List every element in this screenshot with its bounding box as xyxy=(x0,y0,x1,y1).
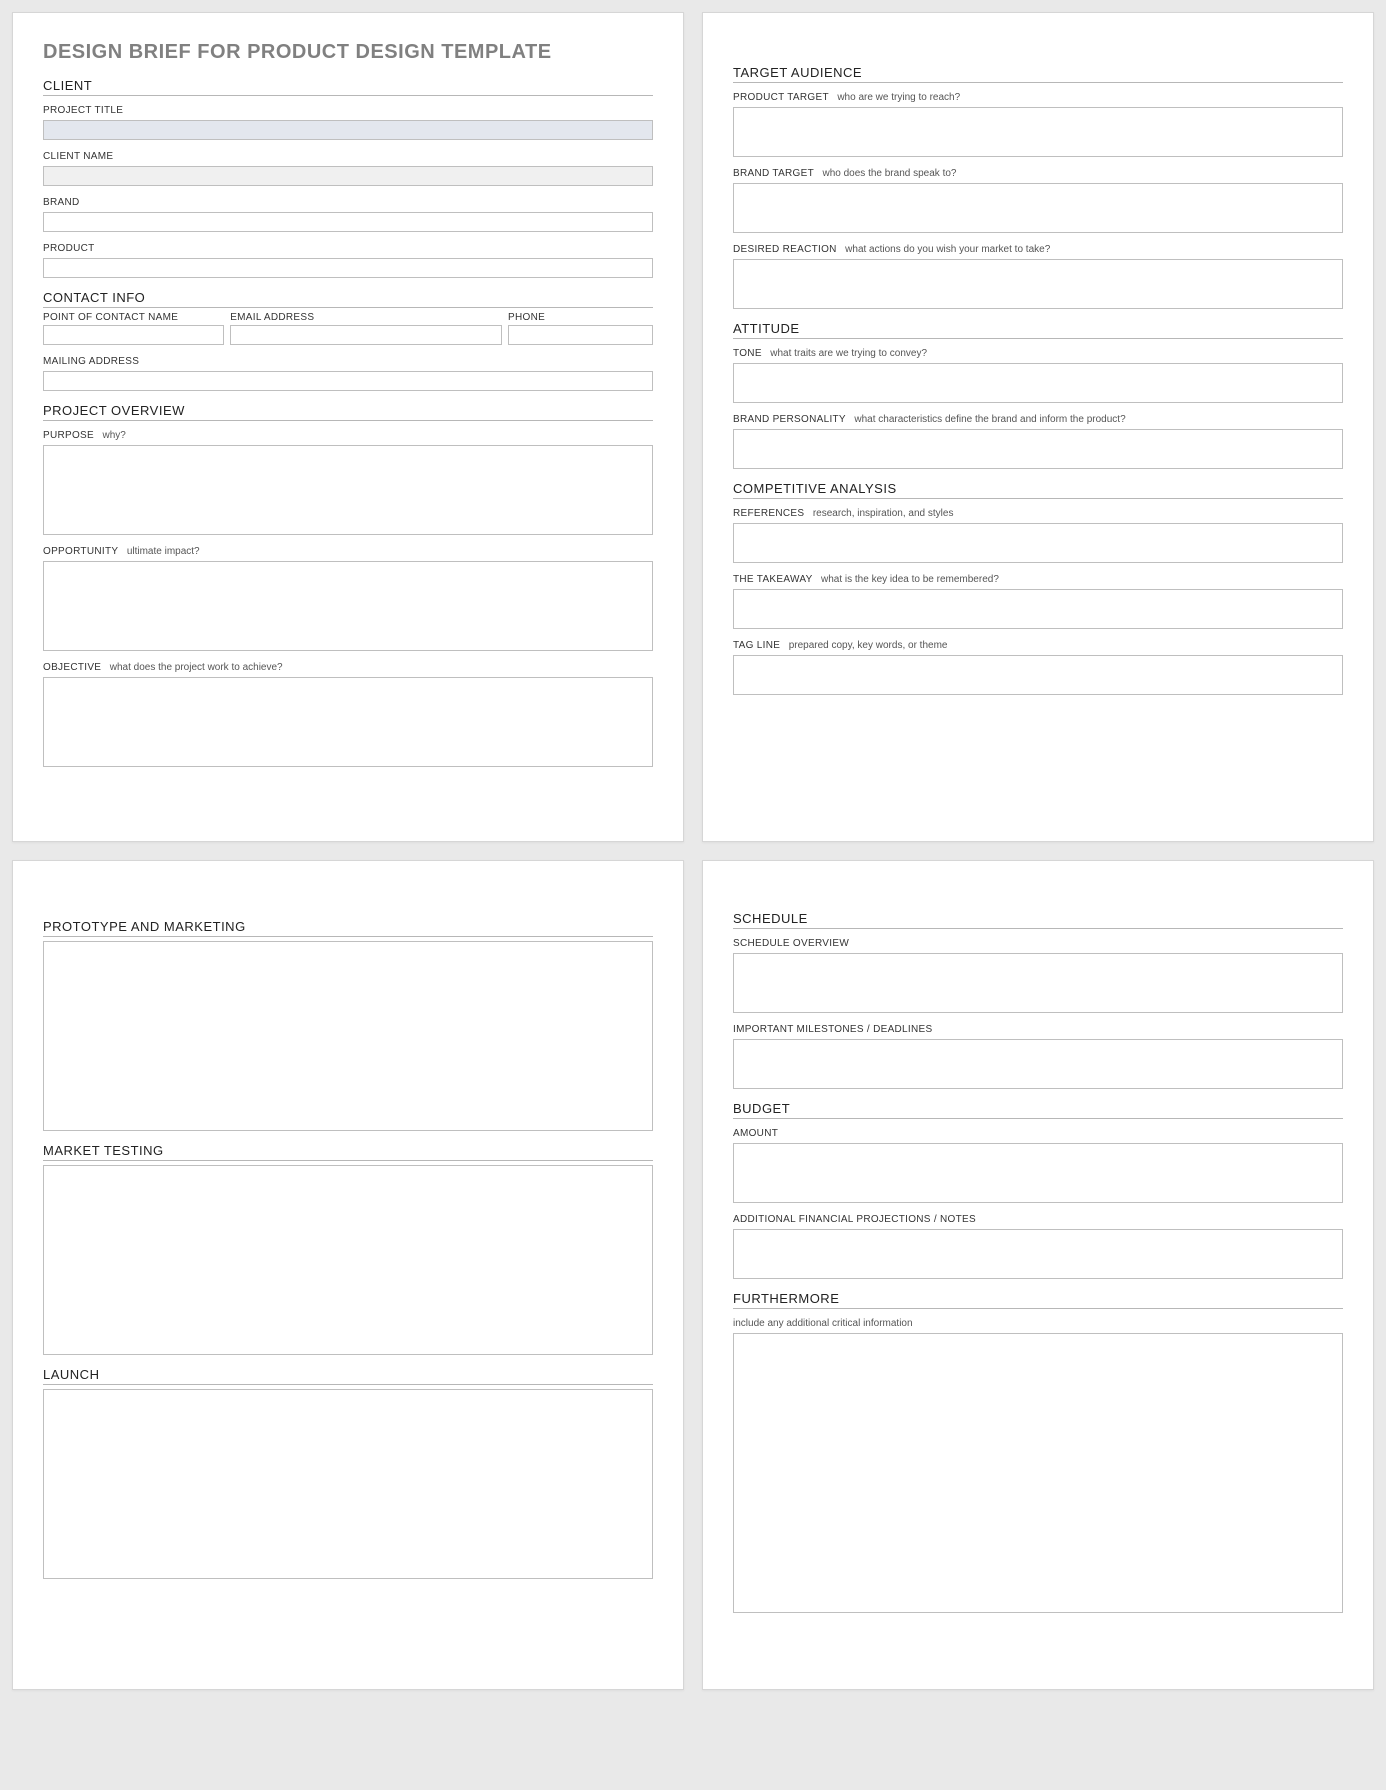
label-objective: OBJECTIVE xyxy=(43,662,101,673)
hint-desired: what actions do you wish your market to … xyxy=(845,244,1050,255)
input-project-title[interactable] xyxy=(43,120,653,140)
hint-references: research, inspiration, and styles xyxy=(813,508,954,519)
section-audience: TARGET AUDIENCE PRODUCT TARGET who are w… xyxy=(733,65,1343,309)
input-fin-notes[interactable] xyxy=(733,1229,1343,1279)
input-phone[interactable] xyxy=(508,325,653,345)
label-desired: DESIRED REACTION xyxy=(733,244,837,255)
section-head-audience: TARGET AUDIENCE xyxy=(733,65,1343,83)
hint-furthermore: include any additional critical informat… xyxy=(733,1318,913,1329)
label-project-title: PROJECT TITLE xyxy=(43,105,123,116)
label-email: EMAIL ADDRESS xyxy=(230,312,502,323)
section-market: MARKET TESTING xyxy=(43,1143,653,1355)
input-proto[interactable] xyxy=(43,941,653,1131)
section-competitive: COMPETITIVE ANALYSIS REFERENCES research… xyxy=(733,481,1343,695)
section-furthermore: FURTHERMORE include any additional criti… xyxy=(733,1291,1343,1613)
input-furthermore[interactable] xyxy=(733,1333,1343,1613)
label-schedule-overview: SCHEDULE OVERVIEW xyxy=(733,938,849,949)
section-head-attitude: ATTITUDE xyxy=(733,321,1343,339)
input-schedule-overview[interactable] xyxy=(733,953,1343,1013)
input-tagline[interactable] xyxy=(733,655,1343,695)
hint-tone: what traits are we trying to convey? xyxy=(770,348,927,359)
input-client-name[interactable] xyxy=(43,166,653,186)
section-schedule: SCHEDULE SCHEDULE OVERVIEW IMPORTANT MIL… xyxy=(733,911,1343,1089)
label-takeaway: THE TAKEAWAY xyxy=(733,574,813,585)
section-head-schedule: SCHEDULE xyxy=(733,911,1343,929)
section-budget: BUDGET AMOUNT ADDITIONAL FINANCIAL PROJE… xyxy=(733,1101,1343,1279)
hint-takeaway: what is the key idea to be remembered? xyxy=(821,574,999,585)
label-product-target: PRODUCT TARGET xyxy=(733,92,829,103)
main-title: DESIGN BRIEF FOR PRODUCT DESIGN TEMPLATE xyxy=(43,41,653,64)
input-amount[interactable] xyxy=(733,1143,1343,1203)
label-fin-notes: ADDITIONAL FINANCIAL PROJECTIONS / NOTES xyxy=(733,1214,976,1225)
section-contact: CONTACT INFO POINT OF CONTACT NAME EMAIL… xyxy=(43,290,653,391)
input-product-target[interactable] xyxy=(733,107,1343,157)
label-phone: PHONE xyxy=(508,312,653,323)
input-opportunity[interactable] xyxy=(43,561,653,651)
hint-objective: what does the project work to achieve? xyxy=(110,662,283,673)
label-tone: TONE xyxy=(733,348,762,359)
section-head-market: MARKET TESTING xyxy=(43,1143,653,1161)
page-1: DESIGN BRIEF FOR PRODUCT DESIGN TEMPLATE… xyxy=(12,12,684,842)
label-product: PRODUCT xyxy=(43,243,95,254)
section-attitude: ATTITUDE TONE what traits are we trying … xyxy=(733,321,1343,469)
section-head-proto: PROTOTYPE AND MARKETING xyxy=(43,919,653,937)
input-email[interactable] xyxy=(230,325,502,345)
input-poc[interactable] xyxy=(43,325,224,345)
input-milestones[interactable] xyxy=(733,1039,1343,1089)
input-personality[interactable] xyxy=(733,429,1343,469)
input-product[interactable] xyxy=(43,258,653,278)
input-objective[interactable] xyxy=(43,677,653,767)
input-takeaway[interactable] xyxy=(733,589,1343,629)
section-launch: LAUNCH xyxy=(43,1367,653,1579)
label-brand: BRAND xyxy=(43,197,80,208)
hint-personality: what characteristics define the brand an… xyxy=(854,414,1125,425)
section-head-overview: PROJECT OVERVIEW xyxy=(43,403,653,421)
label-tagline: TAG LINE xyxy=(733,640,780,651)
label-personality: BRAND PERSONALITY xyxy=(733,414,846,425)
page-3: PROTOTYPE AND MARKETING MARKET TESTING L… xyxy=(12,860,684,1690)
label-client-name: CLIENT NAME xyxy=(43,151,113,162)
section-proto: PROTOTYPE AND MARKETING xyxy=(43,919,653,1131)
input-tone[interactable] xyxy=(733,363,1343,403)
input-brand[interactable] xyxy=(43,212,653,232)
input-desired[interactable] xyxy=(733,259,1343,309)
label-poc: POINT OF CONTACT NAME xyxy=(43,312,224,323)
input-launch[interactable] xyxy=(43,1389,653,1579)
input-references[interactable] xyxy=(733,523,1343,563)
section-head-launch: LAUNCH xyxy=(43,1367,653,1385)
section-overview: PROJECT OVERVIEW PURPOSE why? OPPORTUNIT… xyxy=(43,403,653,767)
label-mailing: MAILING ADDRESS xyxy=(43,356,139,367)
template-pages: DESIGN BRIEF FOR PRODUCT DESIGN TEMPLATE… xyxy=(12,12,1374,1690)
input-mailing[interactable] xyxy=(43,371,653,391)
page-2: TARGET AUDIENCE PRODUCT TARGET who are w… xyxy=(702,12,1374,842)
hint-product-target: who are we trying to reach? xyxy=(837,92,960,103)
label-amount: AMOUNT xyxy=(733,1128,778,1139)
label-brand-target: BRAND TARGET xyxy=(733,168,814,179)
section-head-budget: BUDGET xyxy=(733,1101,1343,1119)
section-head-contact: CONTACT INFO xyxy=(43,290,653,308)
section-head-client: CLIENT xyxy=(43,78,653,96)
label-purpose: PURPOSE xyxy=(43,430,94,441)
label-milestones: IMPORTANT MILESTONES / DEADLINES xyxy=(733,1024,932,1035)
input-purpose[interactable] xyxy=(43,445,653,535)
input-brand-target[interactable] xyxy=(733,183,1343,233)
page-4: SCHEDULE SCHEDULE OVERVIEW IMPORTANT MIL… xyxy=(702,860,1374,1690)
label-opportunity: OPPORTUNITY xyxy=(43,546,118,557)
section-client: CLIENT PROJECT TITLE CLIENT NAME BRAND P… xyxy=(43,78,653,278)
hint-tagline: prepared copy, key words, or theme xyxy=(789,640,948,651)
hint-brand-target: who does the brand speak to? xyxy=(822,168,956,179)
section-head-furthermore: FURTHERMORE xyxy=(733,1291,1343,1309)
hint-purpose: why? xyxy=(102,430,125,441)
label-references: REFERENCES xyxy=(733,508,804,519)
input-market[interactable] xyxy=(43,1165,653,1355)
section-head-competitive: COMPETITIVE ANALYSIS xyxy=(733,481,1343,499)
hint-opportunity: ultimate impact? xyxy=(127,546,200,557)
